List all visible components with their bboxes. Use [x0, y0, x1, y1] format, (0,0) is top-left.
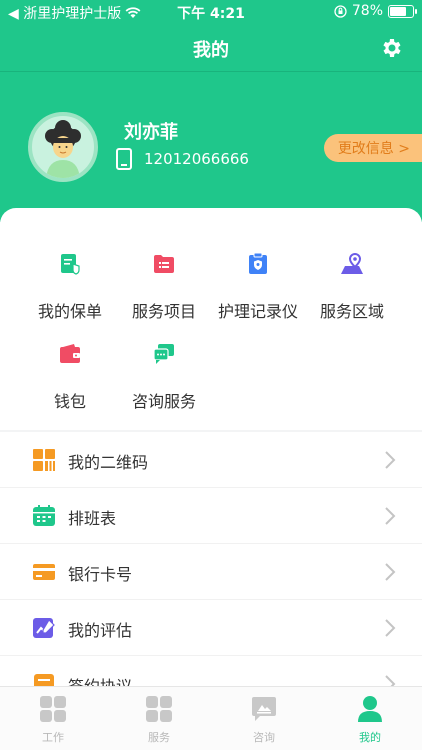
- map-pin-icon: [341, 252, 363, 274]
- chevron-right-icon: [385, 675, 396, 686]
- page-title: 我的: [193, 40, 229, 61]
- chevron-right-icon: [385, 619, 396, 637]
- phone-number: 12012066666: [144, 150, 249, 168]
- orientation-lock-icon: [334, 4, 347, 18]
- tab-label: 我的: [359, 731, 381, 744]
- tab-mine[interactable]: 我的: [340, 695, 400, 745]
- tab-label: 工作: [42, 731, 64, 744]
- gear-icon[interactable]: [380, 36, 404, 60]
- service-recorder[interactable]: 护理记录仪: [206, 252, 310, 322]
- list-item-schedule[interactable]: 排班表: [0, 488, 422, 544]
- settings-list: 我的二维码 排班表 银行卡号 我的评估: [0, 432, 422, 686]
- tab-service[interactable]: 服务: [129, 695, 189, 745]
- list-item-label: 签约协议: [68, 673, 132, 686]
- services-card: 我的保单 服务项目 护理记录仪 服务区域 钱包 咨询服务: [0, 208, 422, 430]
- agreement-icon: [34, 674, 54, 686]
- qr-code-icon: [33, 449, 55, 471]
- service-label: 服务项目: [131, 302, 196, 321]
- battery-percent: 78%: [351, 3, 383, 19]
- avatar-illustration: [45, 120, 81, 178]
- tab-label: 服务: [148, 731, 170, 744]
- bank-card-icon: [33, 564, 55, 580]
- user-icon: [358, 696, 382, 722]
- tab-work[interactable]: 工作: [23, 695, 83, 745]
- service-label: 护理记录仪: [217, 302, 298, 321]
- chevron-right-icon: [385, 451, 396, 469]
- nav-bar: 我的: [0, 24, 422, 72]
- mobile-phone-icon: [116, 148, 132, 170]
- edit-info-button[interactable]: 更改信息 >: [323, 134, 422, 162]
- battery-icon: [388, 4, 417, 18]
- edit-info-label: 更改信息 >: [337, 141, 410, 157]
- list-item-qr-code[interactable]: 我的二维码: [0, 432, 422, 488]
- service-area[interactable]: 服务区域: [300, 252, 404, 322]
- grid-icon: [40, 696, 66, 722]
- avatar[interactable]: [28, 112, 98, 182]
- list-item-label: 我的评估: [68, 621, 133, 640]
- chat-icon: [153, 344, 174, 364]
- phone-row: 12012066666: [116, 148, 249, 170]
- recorder-icon: [249, 252, 267, 274]
- list-item-label: 排班表: [68, 509, 117, 528]
- consult-icon: [252, 697, 276, 721]
- tab-consult[interactable]: 咨询: [234, 695, 294, 745]
- status-right: 78%: [334, 3, 417, 19]
- calendar-icon: [33, 505, 55, 526]
- service-consult[interactable]: 咨询服务: [112, 342, 216, 412]
- list-item-label: 我的二维码: [68, 453, 149, 472]
- list-item-assessment[interactable]: 我的评估: [0, 600, 422, 656]
- tab-label: 咨询: [253, 731, 275, 744]
- list-item-agreement[interactable]: 签约协议: [0, 656, 422, 686]
- policy-icon: [61, 254, 80, 275]
- service-items-icon: [154, 255, 174, 273]
- profile-header: 刘亦菲 12012066666 更改信息 >: [0, 72, 422, 222]
- service-label: 咨询服务: [131, 392, 196, 411]
- chevron-right-icon: [385, 507, 396, 525]
- wallet-icon: [60, 344, 80, 363]
- service-my-policy[interactable]: 我的保单: [18, 252, 122, 322]
- service-items[interactable]: 服务项目: [112, 252, 216, 322]
- grid-icon: [146, 696, 172, 722]
- status-bar: ◀ 浙里护理护士版 下午 4:21 78%: [0, 0, 422, 24]
- list-item-bank-card[interactable]: 银行卡号: [0, 544, 422, 600]
- chevron-right-icon: [385, 563, 396, 581]
- service-label: 服务区域: [319, 302, 384, 321]
- user-name: 刘亦菲: [124, 122, 178, 143]
- service-wallet[interactable]: 钱包: [18, 342, 122, 412]
- list-item-label: 银行卡号: [68, 565, 133, 584]
- tab-bar: 工作 服务 咨询 我的: [0, 686, 422, 750]
- service-label: 钱包: [53, 392, 86, 411]
- service-label: 我的保单: [37, 302, 102, 321]
- assessment-icon: [33, 618, 55, 638]
